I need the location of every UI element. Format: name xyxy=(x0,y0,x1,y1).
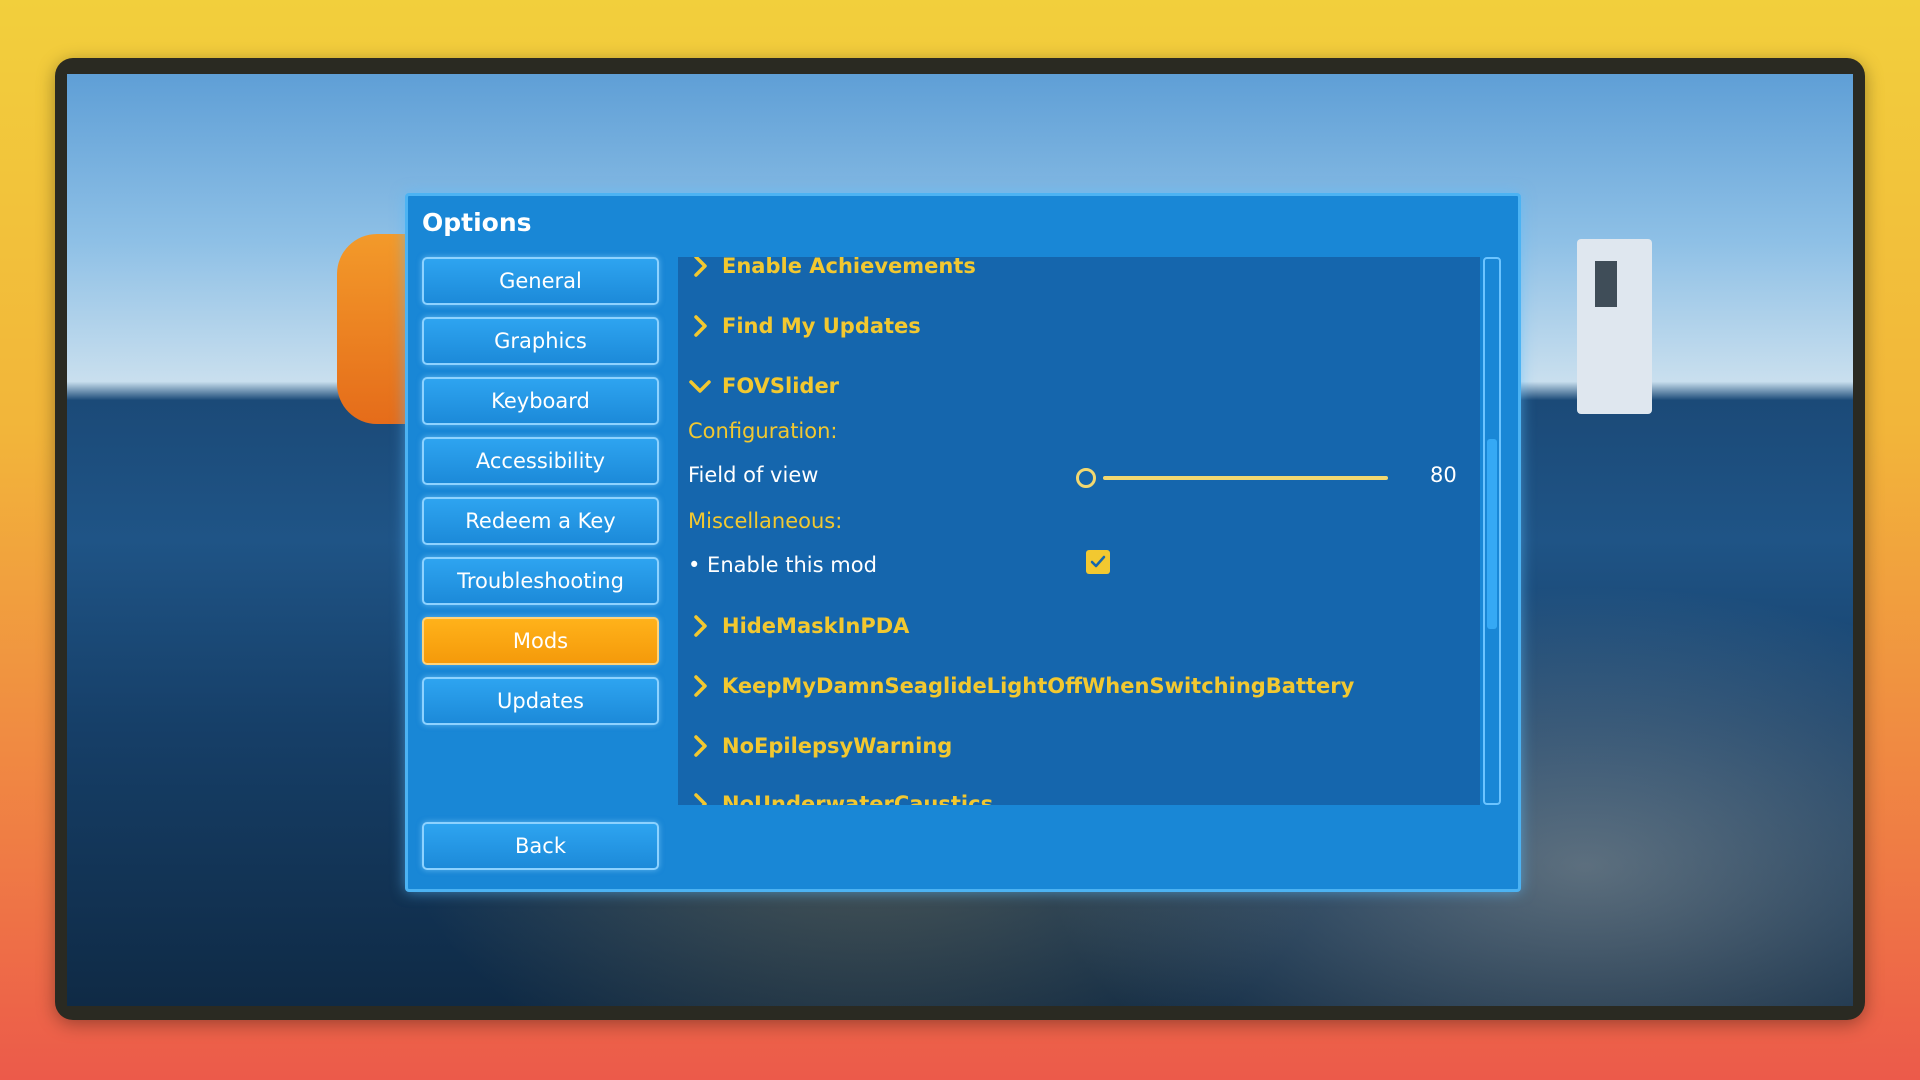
background-sign-right xyxy=(1577,239,1652,414)
fov-slider-handle[interactable] xyxy=(1076,468,1096,488)
chevron-right-icon xyxy=(694,257,707,277)
mod-name: FOVSlider xyxy=(722,374,840,398)
mod-keepmydamnseaglidelight[interactable]: KeepMyDamnSeaglideLightOffWhenSwitchingB… xyxy=(688,674,1354,698)
nav-keyboard-button[interactable]: Keyboard xyxy=(422,377,659,425)
chevron-right-icon xyxy=(694,735,707,757)
mod-name: NoEpilepsyWarning xyxy=(722,734,953,758)
options-title: Options xyxy=(422,208,532,237)
mod-find-my-updates[interactable]: Find My Updates xyxy=(688,314,921,338)
mod-nounderwatercaustics[interactable]: NoUnderwaterCaustics xyxy=(688,792,993,805)
mod-name: Find My Updates xyxy=(722,314,921,338)
nav-updates-button[interactable]: Updates xyxy=(422,677,659,725)
mod-noepilepsywarning[interactable]: NoEpilepsyWarning xyxy=(688,734,952,758)
nav-mods-button[interactable]: Mods xyxy=(422,617,659,665)
chevron-right-icon xyxy=(694,615,707,637)
nav-general-button[interactable]: General xyxy=(422,257,659,305)
chevron-down-icon xyxy=(689,380,711,393)
mods-scrollbar[interactable] xyxy=(1483,257,1501,805)
enable-mod-label: • Enable this mod xyxy=(688,553,877,577)
nav-graphics-button[interactable]: Graphics xyxy=(422,317,659,365)
back-button[interactable]: Back xyxy=(422,822,659,870)
nav-accessibility-button[interactable]: Accessibility xyxy=(422,437,659,485)
fov-slider-track[interactable] xyxy=(1103,476,1388,480)
mod-enable-achievements[interactable]: Enable Achievements xyxy=(688,257,976,278)
mod-name: NoUnderwaterCaustics xyxy=(722,792,994,805)
mod-fovslider[interactable]: FOVSlider xyxy=(688,374,839,398)
checkmark-icon xyxy=(1090,555,1106,568)
enable-mod-checkbox[interactable] xyxy=(1086,550,1110,574)
nav-troubleshooting-button[interactable]: Troubleshooting xyxy=(422,557,659,605)
mod-hidemaskinpda[interactable]: HideMaskInPDA xyxy=(688,614,909,638)
configuration-label: Configuration: xyxy=(688,419,838,443)
nav-redeem-key-button[interactable]: Redeem a Key xyxy=(422,497,659,545)
mod-name: HideMaskInPDA xyxy=(722,614,910,638)
fov-slider-value: 80 xyxy=(1430,463,1457,487)
mod-name: Enable Achievements xyxy=(722,257,976,278)
chevron-right-icon xyxy=(694,315,707,337)
mod-name: KeepMyDamnSeaglideLightOffWhenSwitchingB… xyxy=(722,674,1355,698)
miscellaneous-label: Miscellaneous: xyxy=(688,509,843,533)
options-panel: Options General Graphics Keyboard Access… xyxy=(405,193,1521,892)
scrollbar-thumb[interactable] xyxy=(1487,439,1497,629)
chevron-right-icon xyxy=(694,675,707,697)
mods-list: Enable Achievements Find My Updates FOVS… xyxy=(678,257,1480,805)
field-of-view-label: Field of view xyxy=(688,463,819,487)
chevron-right-icon xyxy=(694,793,707,805)
